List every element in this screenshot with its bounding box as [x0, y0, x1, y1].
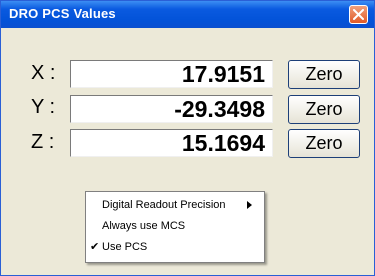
x-axis-label: X : [31, 62, 56, 84]
menu-item-precision[interactable]: Digital Readout Precision [86, 195, 264, 215]
y-value: -29.3498 [174, 96, 265, 122]
close-button[interactable] [349, 5, 368, 24]
z-axis-label: Z : [31, 131, 55, 153]
x-value: 17.9151 [181, 61, 265, 87]
title-bar[interactable]: DRO PCS Values [1, 1, 374, 28]
menu-item-label: Digital Readout Precision [102, 199, 226, 211]
menu-item-label: Use PCS [102, 241, 148, 253]
z-value: 15.1694 [181, 130, 265, 156]
zero-y-button[interactable]: Zero [288, 95, 360, 124]
context-menu: Digital Readout Precision Always use MCS… [85, 191, 265, 263]
window-title: DRO PCS Values [9, 6, 116, 21]
menu-item-always-mcs[interactable]: Always use MCS [86, 216, 264, 236]
menu-item-label: Always use MCS [102, 220, 186, 232]
close-icon [353, 9, 364, 20]
z-value-field: 15.1694 [70, 129, 273, 157]
chevron-right-icon [247, 201, 252, 209]
menu-item-use-pcs[interactable]: ✔ Use PCS [86, 237, 264, 257]
checkmark-icon: ✔ [90, 241, 100, 253]
y-axis-label: Y : [31, 96, 56, 118]
zero-z-button[interactable]: Zero [288, 129, 360, 158]
zero-x-button[interactable]: Zero [288, 60, 360, 89]
y-value-field: -29.3498 [70, 95, 273, 123]
dro-pcs-window: DRO PCS Values X : 17.9151 Zero Y : -29.… [0, 0, 375, 276]
x-value-field: 17.9151 [70, 60, 273, 88]
